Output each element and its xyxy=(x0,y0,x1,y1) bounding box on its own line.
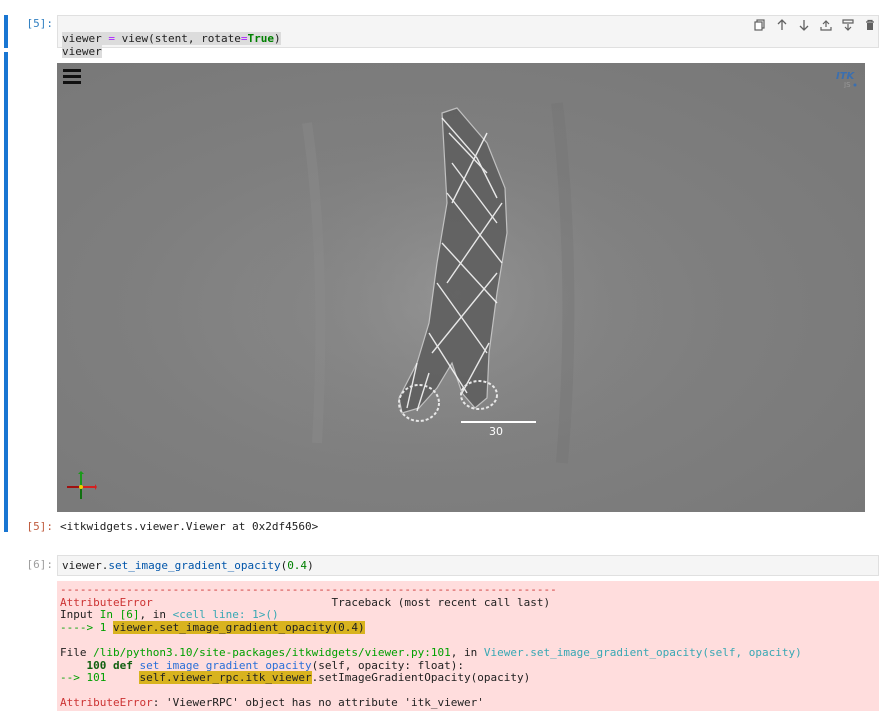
tb-arrow: --> 101 xyxy=(60,671,113,685)
tb-text: (self, opacity: float): xyxy=(311,658,464,672)
scale-bar-label: 30 xyxy=(489,425,503,438)
code-token: viewer xyxy=(62,559,102,572)
code-input-cell6[interactable]: viewer.set_image_gradient_opacity(0.4) xyxy=(57,555,879,576)
code-token: = xyxy=(101,32,122,45)
tb-func: Viewer.set_image_gradient_opacity(self, … xyxy=(483,645,802,659)
cell-selection-bar[interactable] xyxy=(4,15,8,48)
tb-text: Input xyxy=(60,608,100,622)
insert-below-icon[interactable] xyxy=(841,18,855,32)
traceback-separator: ----------------------------------------… xyxy=(60,583,557,596)
tb-highlight: viewer.set_image_gradient_opacity(0.4) xyxy=(112,620,365,634)
tb-keyword: def xyxy=(112,658,140,672)
tb-arrow: ----> 1 xyxy=(60,620,113,634)
tb-funcname: set_image_gradient_opacity xyxy=(139,658,312,672)
tb-text: , in xyxy=(139,608,173,622)
insert-above-icon[interactable] xyxy=(819,18,833,32)
input-prompt: [5]: xyxy=(26,17,54,30)
traceback-header: Traceback (most recent call last) xyxy=(152,595,551,609)
move-up-icon[interactable] xyxy=(775,18,789,32)
tb-text: File xyxy=(60,645,94,659)
code-token: True xyxy=(247,32,274,45)
itk-logo-icon[interactable]: ITK JS xyxy=(835,68,859,89)
cell-toolbar xyxy=(753,18,877,32)
tb-text: .setImageGradientOpacity(opacity) xyxy=(311,671,531,685)
code-token: 0.4 xyxy=(287,559,308,572)
error-final-name: AttributeError xyxy=(60,696,153,710)
code-token: ) xyxy=(307,559,314,572)
input-prompt-cell6: [6]: xyxy=(26,558,54,571)
menu-icon[interactable] xyxy=(63,69,81,84)
code-token: viewer xyxy=(62,32,102,45)
error-traceback: ----------------------------------------… xyxy=(57,581,879,711)
orientation-axes-icon xyxy=(65,471,97,503)
move-down-icon[interactable] xyxy=(797,18,811,32)
tb-file-path: /lib/python3.10/site-packages/itkwidgets… xyxy=(93,645,451,659)
svg-text:JS: JS xyxy=(843,81,851,88)
itk-viewer-canvas[interactable]: ITK JS 30 xyxy=(57,63,865,512)
code-token: set_image_gradient_opacity xyxy=(108,559,281,572)
tb-highlight: self.viewer_rpc.itk_viewer xyxy=(139,671,312,685)
error-name: AttributeError xyxy=(60,595,153,609)
code-line-1: viewer = view(stent, rotate=True) xyxy=(62,32,281,45)
scale-bar xyxy=(461,421,536,423)
tb-text: , in xyxy=(450,645,484,659)
tb-text xyxy=(113,671,140,684)
tb-text: <cell line: 1>() xyxy=(172,608,279,622)
copy-icon[interactable] xyxy=(753,18,767,32)
output-repr: <itkwidgets.viewer.Viewer at 0x2df4560> xyxy=(60,520,319,533)
error-message: : 'ViewerRPC' object has no attribute 'i… xyxy=(152,696,484,710)
stent-volume-rendering xyxy=(247,93,667,493)
code-token: view xyxy=(121,32,149,45)
code-line-2: viewer xyxy=(62,45,102,58)
tb-text: In [6] xyxy=(99,608,140,622)
code-token: (stent, rotate xyxy=(148,32,241,45)
code-token: ) xyxy=(273,32,281,45)
delete-icon[interactable] xyxy=(863,18,877,32)
output-prompt: [5]: xyxy=(26,520,54,533)
output-selection-bar[interactable] xyxy=(4,52,8,532)
tb-lineno: 100 xyxy=(60,658,113,672)
